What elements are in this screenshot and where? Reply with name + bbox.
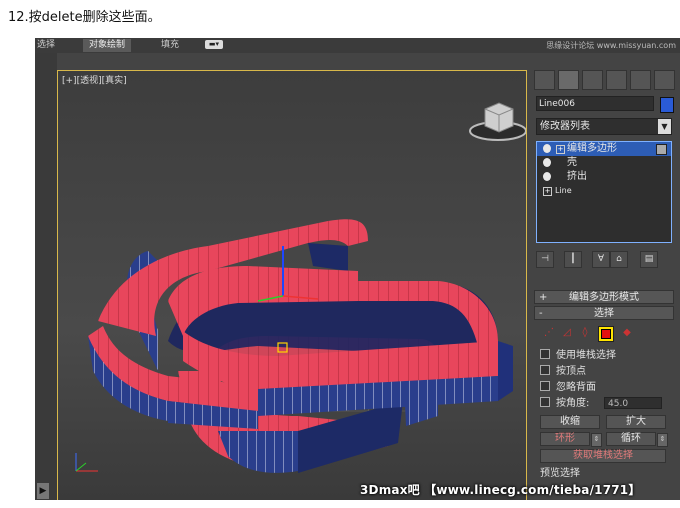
motion-tab-icon[interactable] [606,70,627,90]
subobject-level-buttons: ⋰ ◿ ◊ ◆ [538,324,672,344]
get-stack-selection-button[interactable]: 获取堆栈选择 [540,449,666,463]
by-vertex-checkbox[interactable]: 按顶点 [540,365,586,379]
lightbulb-icon[interactable] [543,144,551,153]
stack-item-line[interactable]: + Line [537,184,671,198]
stack-item-shell[interactable]: 壳 [537,156,671,170]
ring-button[interactable]: 环形 [540,432,590,446]
hierarchy-tab-icon[interactable] [582,70,603,90]
left-toolbar: ▶ [35,53,57,500]
3dsmax-window: 选择 对象绘制 填充 ▬▾ 思缘设计论坛 www.missyuan.com ▶ … [35,38,680,500]
command-panel-tabs [534,70,676,90]
loop-spinner-icon[interactable]: ⇕ [657,433,668,447]
create-tab-icon[interactable] [534,70,555,90]
ignore-backfacing-checkbox[interactable]: 忽略背面 [540,381,596,395]
display-tab-icon[interactable] [630,70,651,90]
checkbox-label: 按顶点 [556,366,586,377]
modifier-list-dropdown[interactable]: 修改器列表 ▼ [536,118,672,135]
remove-modifier-icon[interactable]: ⌂ [610,251,628,268]
grow-button[interactable]: 扩大 [606,415,666,429]
checkbox-label: 忽略背面 [556,382,596,393]
checkbox-label: 使用堆栈选择 [556,350,616,361]
object-name-field[interactable]: Line006 [536,96,654,111]
box-icon [656,144,667,155]
stack-item-label: Line [555,186,572,195]
expand-icon[interactable]: + [543,187,552,196]
top-ring [88,219,513,429]
make-unique-icon[interactable]: ∀ [592,251,610,268]
rollout-title: 选择 [594,308,614,319]
edge-icon[interactable]: ◿ [560,326,574,340]
collapse-icon: - [539,308,543,319]
angle-spinner[interactable]: 45.0 [604,397,662,409]
chevron-down-icon[interactable]: ▼ [658,119,671,134]
stack-item-extrude[interactable]: 挤出 [537,170,671,184]
expand-icon: + [539,292,548,303]
caption: 12.按delete删除这些面。 [8,10,161,25]
rollout-title: 编辑多边形模式 [569,292,639,303]
lightbulb-icon[interactable] [543,172,551,181]
stack-item-label: 壳 [567,157,577,168]
loop-button[interactable]: 循环 [606,432,656,446]
use-stack-selection-checkbox[interactable]: 使用堆栈选择 [540,349,616,363]
element-icon[interactable]: ◆ [620,326,634,340]
axis-tripod [75,453,98,472]
vertex-icon[interactable]: ⋰ [542,326,556,340]
stack-item-edit-poly[interactable]: + 编辑多边形 [537,142,671,156]
perspective-viewport[interactable]: [+][透视][真实] [57,70,527,500]
ribbon-tabbar: 选择 对象绘制 填充 ▬▾ 思缘设计论坛 www.missyuan.com [35,38,680,53]
lightbulb-icon[interactable] [543,158,551,167]
shrink-button[interactable]: 收缩 [540,415,600,429]
tab-select[interactable]: 选择 [35,39,61,52]
tab-fill[interactable]: 填充 [155,39,185,52]
ribbon-dropdown-icon[interactable]: ▬▾ [205,40,223,49]
object-color-swatch[interactable] [660,97,674,113]
rollout-selection[interactable]: - 选择 [534,306,674,320]
scene-svg [75,102,526,473]
rollout-edit-poly-mode[interactable]: + 编辑多边形模式 [534,290,674,304]
modifier-list-label: 修改器列表 [540,121,590,132]
by-angle-row[interactable]: 按角度: 45.0 [540,397,676,411]
viewcube[interactable] [469,102,526,141]
command-panel: Line006 修改器列表 ▼ + 编辑多边形 壳 挤出 + Line ⊣ ┃ … [530,68,680,500]
configure-sets-icon[interactable]: ▤ [640,251,658,268]
show-end-result-icon[interactable]: ┃ [564,251,582,268]
tab-object-paint[interactable]: 对象绘制 [83,39,132,52]
stack-item-label: 编辑多边形 [567,143,617,154]
pin-stack-icon[interactable]: ⊣ [536,251,554,268]
expand-arrow-icon[interactable]: ▶ [37,483,49,499]
brand-text: 思缘设计论坛 www.missyuan.com [546,41,676,50]
modifier-stack[interactable]: + 编辑多边形 壳 挤出 + Line [536,141,672,243]
ring-spinner-icon[interactable]: ⇕ [591,433,602,447]
expand-icon[interactable]: + [556,145,565,154]
modify-tab-icon[interactable] [558,70,579,90]
utilities-tab-icon[interactable] [654,70,675,90]
stack-item-label: 挤出 [567,171,587,182]
watermark-text: 3Dmax吧 【www.linecg.com/tieba/1771】 [360,483,641,497]
checkbox-label: 按角度: [556,398,590,409]
polygon-icon[interactable] [598,326,614,342]
border-icon[interactable]: ◊ [578,326,592,340]
stack-toolbar: ⊣ ┃ ∀ ⌂ ▤ [534,251,676,269]
preview-selection-label: 预览选择 [540,468,580,479]
